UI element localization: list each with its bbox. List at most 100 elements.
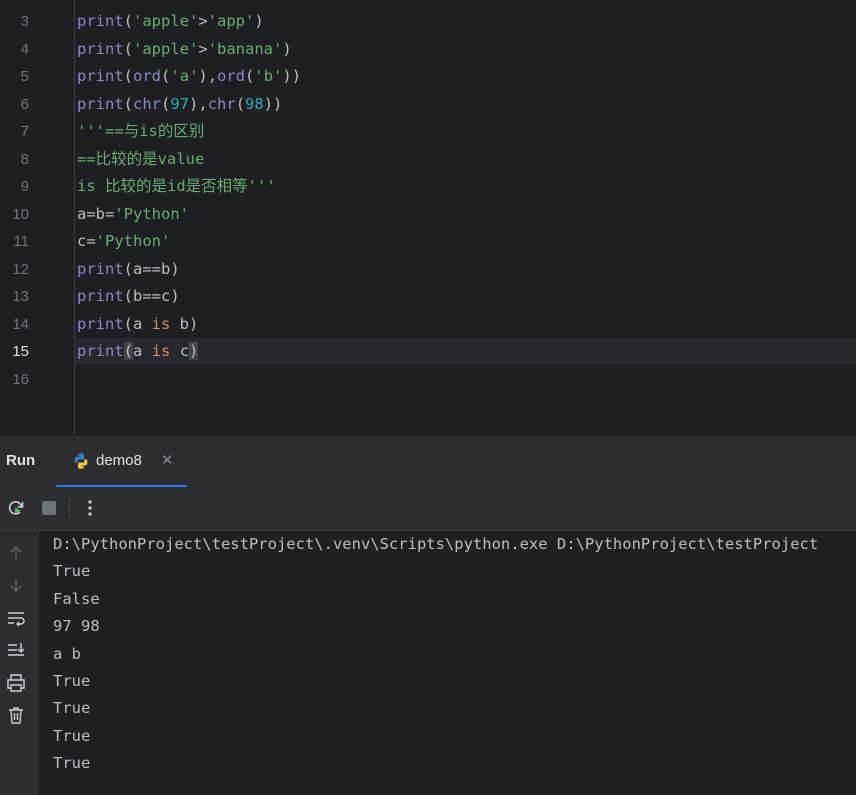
line-number: 15 <box>12 343 29 360</box>
run-toolbar <box>0 487 856 531</box>
line-number: 9 <box>20 178 29 195</box>
code-token: > <box>198 39 208 58</box>
code-token: ) <box>282 39 292 58</box>
code-token: ( <box>161 94 171 113</box>
code-token: ) <box>254 12 264 30</box>
scroll-to-end-icon[interactable] <box>6 640 26 660</box>
code-token: )) <box>263 94 283 113</box>
code-line: print(ord('a'),ord('b')) <box>77 63 301 90</box>
tab-demo8[interactable]: demo8 ✕ <box>56 436 187 488</box>
code-line: print(chr(97),chr(98)) <box>77 91 282 118</box>
close-icon[interactable]: ✕ <box>161 451 174 469</box>
code-token: chr <box>133 94 162 113</box>
code-token: ( <box>123 67 134 85</box>
code-line: print('apple'>'banana') <box>77 36 292 63</box>
code-token: 'app' <box>207 12 255 30</box>
console-line: False <box>53 589 100 608</box>
console-line: True <box>53 562 91 581</box>
line-number: 11 <box>13 233 29 250</box>
line-number: 13 <box>12 288 29 305</box>
code-token: ), <box>198 67 218 85</box>
code-editor[interactable]: 3 4 5 6 7 8 9 10 11 12 13 14 15 16 print('apple'>'app… <box>0 0 856 435</box>
code-line: print(a is b) <box>77 311 198 338</box>
code-token: ( <box>123 94 134 113</box>
code-token: is 比较的是id是否相等''' <box>77 177 276 195</box>
code-token: print <box>77 12 124 30</box>
arrow-up-icon[interactable] <box>6 543 26 563</box>
code-token: 'a' <box>170 67 199 85</box>
code-token: ord <box>217 67 246 85</box>
code-token: print <box>77 94 124 113</box>
code-line: '''==与is的区别 <box>77 118 204 145</box>
line-number: 16 <box>12 370 29 388</box>
code-token: is <box>151 342 171 360</box>
line-number: 3 <box>20 13 29 30</box>
console-output[interactable]: D:\PythonProject\testProject\.venv\Scrip… <box>39 531 856 795</box>
code-token: 'Python' <box>114 204 189 223</box>
code-token: ( <box>235 94 246 113</box>
code-token: print <box>77 67 124 85</box>
code-token: print <box>77 259 124 278</box>
line-number: 10 <box>12 205 29 223</box>
line-number: 12 <box>12 260 29 278</box>
console-line: True <box>53 699 91 718</box>
code-line: print(a==b) <box>77 256 180 283</box>
code-token: ( <box>123 342 134 360</box>
run-panel-title: Run <box>6 452 36 469</box>
code-line: print('apple'>'app') <box>77 8 264 35</box>
soft-wrap-icon[interactable] <box>6 608 26 628</box>
code-area[interactable]: print('apple'>'app') print('apple'>'banan… <box>75 0 856 435</box>
line-number: 7 <box>20 123 29 140</box>
console-line: True <box>53 672 91 690</box>
code-token: print <box>77 39 124 58</box>
code-token: 98 <box>245 94 264 113</box>
code-token: is <box>151 314 171 333</box>
code-line: print(a is c) <box>77 338 199 365</box>
code-token: (a <box>123 314 152 333</box>
line-number: 4 <box>20 40 29 58</box>
code-token: 'banana' <box>207 39 283 58</box>
code-token: print <box>77 287 124 305</box>
code-token: print <box>77 314 124 333</box>
line-number: 14 <box>12 315 29 333</box>
rerun-icon[interactable] <box>5 497 27 519</box>
code-token: '''==与is的区别 <box>77 122 205 140</box>
console-line: True <box>53 726 91 745</box>
code-token: ( <box>245 67 255 85</box>
code-line: a=b='Python' <box>77 201 189 228</box>
code-token: ( <box>161 67 171 85</box>
run-tool-window-header: Run demo8 ✕ <box>0 435 856 488</box>
code-token: chr <box>207 94 236 113</box>
code-token: ==比较的是value <box>77 149 205 168</box>
code-token: ) <box>189 342 199 360</box>
code-token: c= <box>77 232 96 250</box>
code-token: a=b= <box>77 204 115 223</box>
print-icon[interactable] <box>6 673 26 693</box>
code-token: 'Python' <box>95 232 171 250</box>
trash-icon[interactable] <box>6 705 26 725</box>
code-token: (b==c) <box>123 287 180 305</box>
code-token: c <box>170 342 190 360</box>
code-token: print <box>77 342 124 360</box>
code-line: print(b==c) <box>77 283 180 310</box>
console-line: a b <box>53 644 81 663</box>
more-options-icon[interactable] <box>79 497 101 519</box>
line-number: 8 <box>20 150 29 168</box>
console-side-toolbar <box>0 531 39 795</box>
code-line: c='Python' <box>77 228 170 255</box>
code-token: 'apple' <box>133 39 199 58</box>
console-line: True <box>53 754 91 773</box>
tab-label: demo8 <box>96 452 142 469</box>
line-number: 6 <box>20 95 29 113</box>
toolbar-divider <box>69 498 70 519</box>
line-number-gutter: 3 4 5 6 7 8 9 10 11 12 13 14 15 16 <box>0 0 75 435</box>
code-token: ( <box>123 12 134 30</box>
code-token: )) <box>282 67 302 85</box>
code-token: 97 <box>170 94 190 113</box>
arrow-down-icon[interactable] <box>6 575 26 595</box>
console-line: 97 98 <box>53 617 100 636</box>
code-token: a <box>133 342 152 360</box>
console-line: D:\PythonProject\testProject\.venv\Scrip… <box>53 535 819 553</box>
line-number: 5 <box>20 68 29 85</box>
stop-icon[interactable] <box>38 497 60 519</box>
